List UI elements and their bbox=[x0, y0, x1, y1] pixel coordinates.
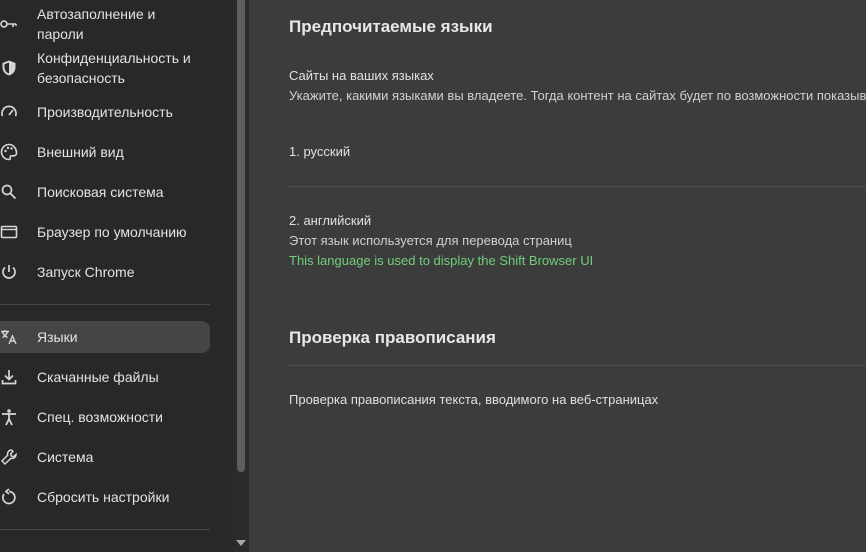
language-item-russian[interactable]: 1. русский bbox=[289, 143, 350, 161]
language-divider bbox=[289, 186, 866, 187]
sidebar-item-label: Запуск Chrome bbox=[37, 264, 135, 280]
sidebar-item-privacy[interactable]: Конфиденциальность и безопасность bbox=[0, 48, 210, 88]
sidebar-item-downloads[interactable]: Скачанные файлы bbox=[0, 367, 210, 387]
sidebar-item-appearance[interactable]: Внешний вид bbox=[0, 142, 210, 162]
sidebar-item-label: Производительность bbox=[37, 104, 173, 120]
sidebar-item-performance[interactable]: Производительность bbox=[0, 102, 210, 122]
preferred-languages-heading: Предпочитаемые языки bbox=[289, 17, 493, 36]
key-icon bbox=[0, 15, 18, 33]
palette-icon bbox=[0, 143, 18, 161]
sidebar-item-label: Языки bbox=[37, 329, 78, 345]
sidebar-item-reset[interactable]: Сбросить настройки bbox=[0, 487, 210, 507]
search-icon bbox=[0, 183, 18, 201]
accessibility-icon bbox=[0, 408, 18, 426]
sidebar-item-label: Автозаполнение и пароли bbox=[37, 6, 156, 42]
spellcheck-description: Проверка правописания текста, вводимого … bbox=[289, 392, 659, 407]
sidebar-item-accessibility[interactable]: Спец. возможности bbox=[0, 407, 210, 427]
sidebar-item-default-browser[interactable]: Браузер по умолчанию bbox=[0, 222, 210, 242]
main-content: Предпочитаемые языки Сайты на ваших язык… bbox=[249, 0, 866, 552]
speedometer-icon bbox=[0, 103, 18, 121]
sidebar-item-label: Сбросить настройки bbox=[37, 489, 170, 505]
power-icon bbox=[0, 263, 18, 281]
language-item-english[interactable]: 2. английский bbox=[289, 212, 371, 230]
sidebar-divider bbox=[0, 529, 210, 530]
ui-language-note: This language is used to display the Shi… bbox=[289, 253, 594, 268]
browser-window-icon bbox=[0, 223, 18, 241]
translation-language-note: Этот язык используется для перевода стра… bbox=[289, 233, 572, 248]
sidebar-item-system[interactable]: Система bbox=[0, 447, 210, 467]
sidebar-item-startup[interactable]: Запуск Chrome bbox=[0, 262, 210, 282]
sidebar-divider bbox=[0, 304, 210, 305]
scroll-down-arrow-icon[interactable] bbox=[236, 540, 246, 546]
spellcheck-divider bbox=[289, 365, 866, 366]
sidebar-item-label: Браузер по умолчанию bbox=[37, 224, 187, 240]
sidebar-item-autofill[interactable]: Автозаполнение и пароли bbox=[0, 6, 210, 42]
sidebar-item-languages[interactable]: Языки bbox=[0, 321, 210, 353]
wrench-icon bbox=[0, 448, 18, 466]
sidebar-item-label: Спец. возможности bbox=[37, 409, 163, 425]
sidebar-item-label: Поисковая система bbox=[37, 184, 164, 200]
sidebar: Автозаполнение и пароли Конфиденциальнос… bbox=[0, 0, 233, 552]
sidebar-item-label: Скачанные файлы bbox=[37, 369, 159, 385]
reset-icon bbox=[0, 488, 18, 506]
translate-icon bbox=[0, 328, 18, 346]
sidebar-item-label: Внешний вид bbox=[37, 144, 124, 160]
sidebar-item-search-engine[interactable]: Поисковая система bbox=[0, 182, 210, 202]
sidebar-item-label: Конфиденциальность и безопасность bbox=[37, 50, 191, 86]
sites-languages-description: Укажите, какими языками вы владеете. Тог… bbox=[289, 88, 866, 103]
shield-icon bbox=[0, 59, 18, 77]
sites-languages-title: Сайты на ваших языках bbox=[289, 68, 434, 83]
settings-window: Автозаполнение и пароли Конфиденциальнос… bbox=[0, 0, 866, 552]
scrollbar-thumb[interactable] bbox=[237, 0, 245, 472]
spellcheck-heading: Проверка правописания bbox=[289, 328, 496, 347]
download-icon bbox=[0, 368, 18, 386]
sidebar-item-label: Система bbox=[37, 449, 94, 465]
